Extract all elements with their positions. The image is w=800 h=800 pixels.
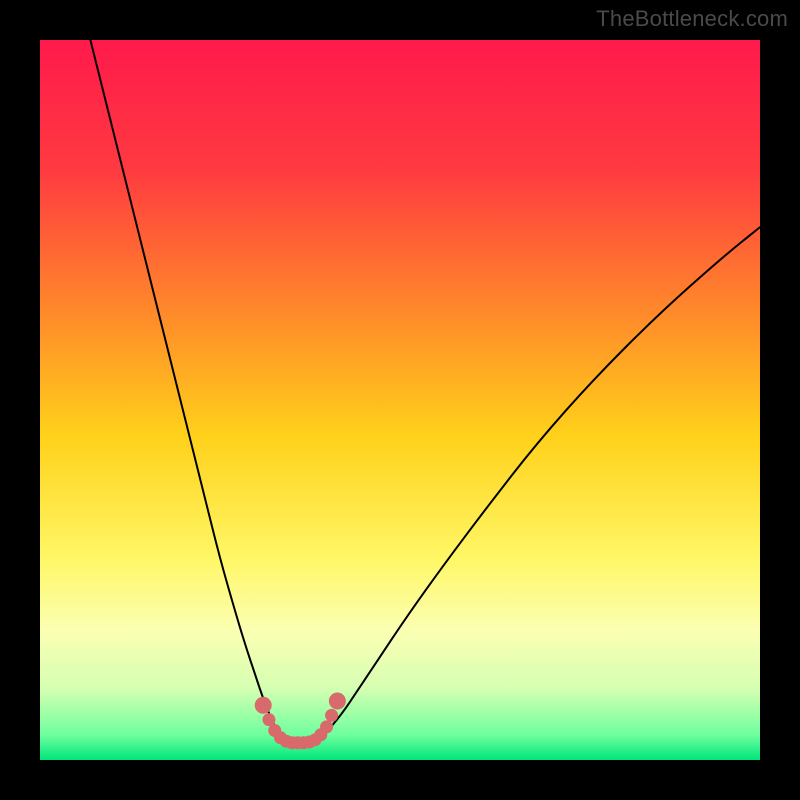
- trough-dot: [325, 709, 338, 722]
- plot-area: [40, 40, 760, 760]
- trough-dot: [329, 692, 346, 709]
- watermark: TheBottleneck.com: [596, 6, 788, 32]
- trough-dot: [320, 720, 333, 733]
- trough-dot: [255, 697, 272, 714]
- chart-frame: TheBottleneck.com: [0, 0, 800, 800]
- chart-background: [40, 40, 760, 760]
- chart-svg: [40, 40, 760, 760]
